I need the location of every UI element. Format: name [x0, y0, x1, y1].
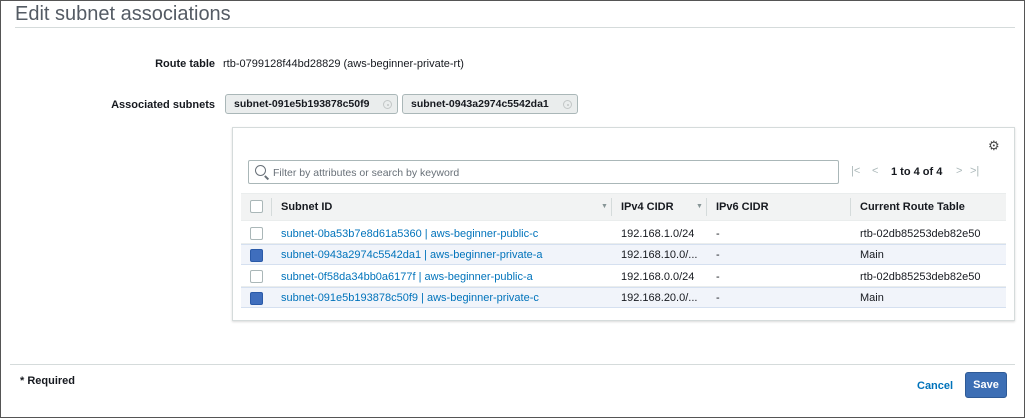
route-table-cell: rtb-02db85253deb82e50: [860, 228, 981, 240]
ipv6-cidr-cell: -: [716, 249, 720, 261]
column-divider: [850, 198, 851, 216]
route-table-cell: Main: [860, 249, 884, 261]
ipv6-cidr-cell: -: [716, 271, 720, 283]
subnet-token[interactable]: subnet-091e5b193878c50f9: [225, 94, 398, 114]
remove-token-icon[interactable]: [383, 100, 392, 109]
route-table-value: rtb-0799128f44bd28829 (aws-beginner-priv…: [223, 58, 464, 70]
subnet-token[interactable]: subnet-0943a2974c5542da1: [402, 94, 578, 114]
sort-icon[interactable]: ▼: [601, 203, 608, 210]
subnet-link[interactable]: subnet-0f58da34bb0a6177f | aws-beginner-…: [281, 271, 533, 283]
route-table-label: Route table: [155, 58, 215, 70]
associated-subnets-label: Associated subnets: [111, 99, 215, 111]
select-all-checkbox[interactable]: [250, 200, 263, 213]
required-note: * Required: [20, 375, 76, 387]
row-checkbox[interactable]: [250, 227, 263, 240]
footer-divider: [10, 364, 1015, 365]
row-checkbox[interactable]: [250, 292, 263, 305]
remove-token-icon[interactable]: [563, 100, 572, 109]
subnet-link[interactable]: subnet-0943a2974c5542da1 | aws-beginner-…: [281, 249, 543, 261]
column-header-subnet-id[interactable]: Subnet ID: [281, 201, 332, 213]
subnet-token-label: subnet-091e5b193878c50f9: [234, 98, 370, 110]
column-divider: [611, 198, 612, 216]
subnet-token-label: subnet-0943a2974c5542da1: [411, 98, 549, 110]
filter-placeholder: Filter by attributes or search by keywor…: [273, 167, 460, 179]
column-divider: [706, 198, 707, 216]
title-divider: [15, 27, 1015, 28]
column-header-ipv6-cidr[interactable]: IPv6 CIDR: [716, 201, 769, 213]
last-page-icon[interactable]: >|: [970, 165, 979, 177]
row-checkbox[interactable]: [250, 270, 263, 283]
ipv4-cidr-cell: 192.168.1.0/24: [621, 228, 695, 240]
cancel-button[interactable]: Cancel: [917, 380, 953, 392]
route-table-cell: rtb-02db85253deb82e50: [860, 271, 981, 283]
previous-page-icon[interactable]: <: [872, 165, 878, 177]
row-checkbox[interactable]: [250, 249, 263, 262]
ipv4-cidr-cell: 192.168.20.0/...: [621, 292, 698, 304]
route-table-cell: Main: [860, 292, 884, 304]
next-page-icon[interactable]: >: [956, 165, 962, 177]
subnet-link[interactable]: subnet-0ba53b7e8d61a5360 | aws-beginner-…: [281, 228, 538, 240]
sort-icon[interactable]: ▼: [696, 203, 703, 210]
first-page-icon[interactable]: |<: [851, 165, 860, 177]
gear-icon[interactable]: ⚙: [988, 139, 1001, 152]
pagination-text: 1 to 4 of 4: [891, 166, 943, 178]
save-button[interactable]: Save: [965, 372, 1007, 398]
column-header-ipv4-cidr[interactable]: IPv4 CIDR: [621, 201, 674, 213]
ipv4-cidr-cell: 192.168.10.0/...: [621, 249, 698, 261]
ipv4-cidr-cell: 192.168.0.0/24: [621, 271, 695, 283]
page-title: Edit subnet associations: [15, 3, 231, 25]
filter-input[interactable]: Filter by attributes or search by keywor…: [248, 160, 839, 184]
subnet-link[interactable]: subnet-091e5b193878c50f9 | aws-beginner-…: [281, 292, 539, 304]
ipv6-cidr-cell: -: [716, 228, 720, 240]
column-header-route-table[interactable]: Current Route Table: [860, 201, 965, 213]
search-icon: [255, 165, 266, 176]
ipv6-cidr-cell: -: [716, 292, 720, 304]
column-divider: [271, 198, 272, 216]
